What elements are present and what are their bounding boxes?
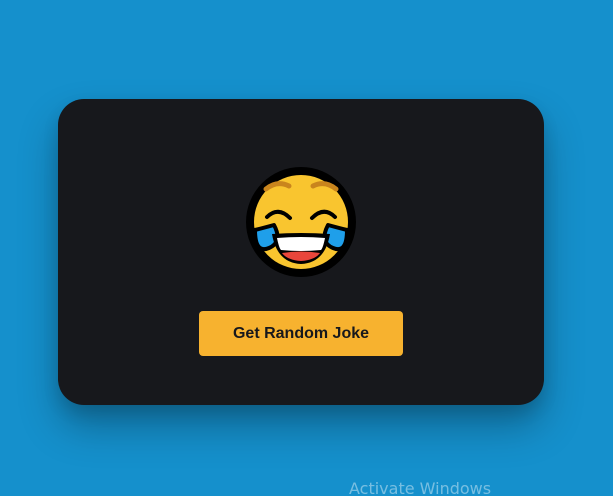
face-with-tears-of-joy-icon [246, 167, 356, 277]
joke-card: Get Random Joke [58, 99, 544, 405]
activate-windows-watermark: Activate Windows [349, 479, 492, 496]
get-random-joke-button[interactable]: Get Random Joke [199, 311, 403, 356]
